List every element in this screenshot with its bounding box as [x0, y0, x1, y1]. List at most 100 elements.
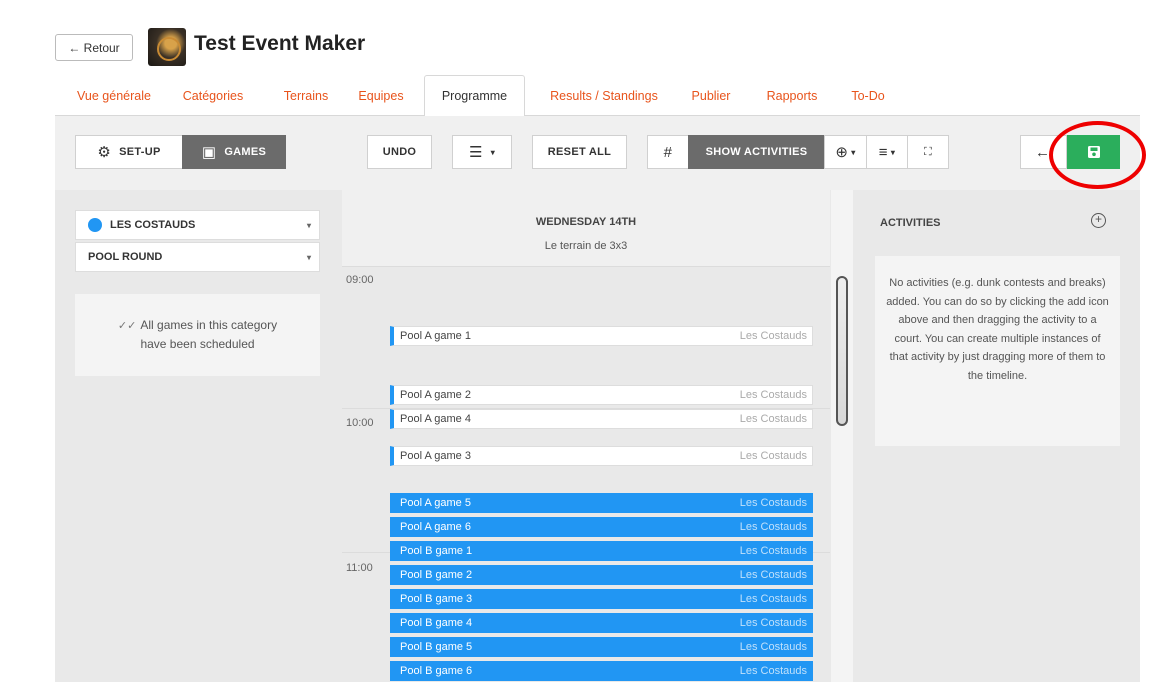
games-label: GAMES	[224, 146, 267, 158]
game-card[interactable]: Pool A game 2 Les Costauds	[390, 385, 813, 405]
game-team: Les Costauds	[739, 665, 807, 677]
gear-icon: ⚙	[97, 144, 112, 161]
game-name: Pool A game 3	[400, 450, 471, 462]
fullscreen-icon: ⛶	[924, 145, 932, 158]
highlight-circle	[1049, 121, 1146, 189]
game-name: Pool B game 5	[400, 641, 473, 653]
tab-label: To-Do	[851, 88, 885, 103]
fullscreen-button[interactable]: ⛶	[907, 135, 949, 169]
game-team: Les Costauds	[739, 593, 807, 605]
activities-empty-text: No activities (e.g. dunk contests and br…	[886, 277, 1109, 382]
show-activities-label: SHOW ACTIVITIES	[705, 146, 808, 158]
round-select-value: POOL ROUND	[88, 251, 163, 263]
hash-icon: #	[663, 143, 673, 161]
tab-rapports[interactable]: Rapports	[758, 75, 826, 116]
tab-programme[interactable]: Programme	[424, 75, 525, 116]
arrow-left-icon: ←	[1035, 143, 1051, 161]
day-header: WEDNESDAY 14TH Le terrain de 3x3	[342, 190, 830, 266]
game-card[interactable]: Pool A game 4 Les Costauds	[390, 409, 813, 429]
time-label: 11:00	[346, 562, 373, 574]
reset-all-button[interactable]: RESET ALL	[532, 135, 627, 169]
tab-publier[interactable]: Publier	[684, 75, 738, 116]
team-select[interactable]: LES COSTAUDS ▾	[75, 210, 320, 240]
tab-categories[interactable]: Catégories	[173, 75, 253, 116]
undo-label: UNDO	[382, 146, 417, 158]
page-title: Test Event Maker	[194, 32, 366, 55]
game-team: Les Costauds	[739, 521, 807, 533]
court-name: Le terrain de 3x3	[544, 240, 628, 252]
tab-label: Programme	[441, 89, 508, 103]
tab-bar: Vue générale Catégories Terrains Equipes…	[55, 75, 1154, 116]
game-team: Les Costauds	[739, 413, 807, 425]
day-title: WEDNESDAY 14TH	[535, 216, 637, 228]
scheduled-text: All games in this category have been sch…	[140, 318, 278, 351]
programme-body: LES COSTAUDS ▾ POOL ROUND ▾ ✓✓ All games …	[55, 190, 1140, 682]
game-name: Pool A game 5	[400, 497, 471, 509]
game-card[interactable]: Pool A game 6 Les Costauds	[390, 517, 813, 537]
game-card[interactable]: Pool A game 3 Les Costauds	[390, 446, 813, 466]
game-card[interactable]: Pool B game 2 Les Costauds	[390, 565, 813, 585]
chevron-down-icon: ▾	[306, 252, 311, 262]
game-card[interactable]: Pool A game 1 Les Costauds	[390, 326, 813, 346]
team-color-dot	[88, 218, 102, 232]
tab-label: Vue générale	[77, 88, 151, 103]
filter-dropdown[interactable]: ≡ ▾	[866, 135, 908, 169]
setup-button[interactable]: ⚙ SET-UP	[75, 135, 183, 169]
programme-toolbar: ⚙ SET-UP ▣ GAMES UNDO ☰ ▾ RESET ALL # SH…	[55, 115, 1140, 190]
tab-label: Terrains	[283, 88, 329, 103]
scrollbar-thumb[interactable]	[836, 276, 848, 426]
add-dropdown[interactable]: ⊕ ▾	[824, 135, 867, 169]
round-select[interactable]: POOL ROUND ▾	[75, 242, 320, 272]
game-team: Les Costauds	[739, 389, 807, 401]
game-team: Les Costauds	[739, 497, 807, 509]
chevron-down-icon: ▾	[890, 147, 896, 157]
game-name: Pool B game 6	[400, 665, 473, 677]
game-card[interactable]: Pool B game 4 Les Costauds	[390, 613, 813, 633]
undo-button[interactable]: UNDO	[367, 135, 432, 169]
event-logo	[148, 28, 186, 66]
game-team: Les Costauds	[739, 617, 807, 629]
activities-panel: ACTIVITIES + No activities (e.g. dunk co…	[853, 190, 1140, 682]
back-button[interactable]: ← Retour	[55, 34, 133, 61]
game-card[interactable]: Pool A game 5 Les Costauds	[390, 493, 813, 513]
tab-label: Rapports	[766, 88, 818, 103]
calendar-icon: ▣	[201, 144, 217, 161]
game-name: Pool A game 2	[400, 389, 471, 401]
game-team: Les Costauds	[739, 330, 807, 342]
game-card[interactable]: Pool B game 3 Les Costauds	[390, 589, 813, 609]
tab-terrains[interactable]: Terrains	[275, 75, 337, 116]
tab-vue-generale[interactable]: Vue générale	[69, 75, 159, 116]
game-name: Pool B game 1	[400, 545, 473, 557]
game-card[interactable]: Pool B game 6 Les Costauds	[390, 661, 813, 681]
game-team: Les Costauds	[739, 569, 807, 581]
game-card[interactable]: Pool B game 5 Les Costauds	[390, 637, 813, 657]
left-panel: LES COSTAUDS ▾ POOL ROUND ▾ ✓✓ All games …	[55, 190, 342, 682]
sort-dropdown[interactable]: ☰ ▾	[452, 135, 512, 169]
add-activity-icon[interactable]: +	[1091, 213, 1106, 228]
activities-empty-note: No activities (e.g. dunk contests and br…	[875, 256, 1120, 446]
tab-equipes[interactable]: Equipes	[350, 75, 412, 116]
add-circle-icon: ⊕	[835, 144, 849, 161]
setup-label: SET-UP	[119, 146, 161, 158]
activities-title: ACTIVITIES	[880, 217, 941, 229]
chevron-down-icon: ▾	[306, 220, 311, 230]
game-name: Pool B game 4	[400, 617, 473, 629]
tab-to-do[interactable]: To-Do	[845, 75, 891, 116]
tab-results-standings[interactable]: Results / Standings	[535, 75, 673, 116]
tab-label: Publier	[691, 88, 731, 103]
time-label: 10:00	[346, 417, 374, 429]
game-name: Pool A game 6	[400, 521, 471, 533]
game-name: Pool A game 1	[400, 330, 471, 342]
game-card[interactable]: Pool B game 1 Les Costauds	[390, 541, 813, 561]
team-select-value: LES COSTAUDS	[110, 219, 196, 231]
filter-icon: ≡	[878, 143, 888, 161]
games-button[interactable]: ▣ GAMES	[182, 135, 286, 169]
show-activities-button[interactable]: SHOW ACTIVITIES	[688, 135, 825, 169]
tab-label: Equipes	[358, 88, 404, 103]
time-label: 09:00	[346, 274, 374, 286]
numbering-toggle[interactable]: #	[647, 135, 689, 169]
timeline-scrollbar[interactable]	[831, 190, 853, 682]
game-team: Les Costauds	[739, 641, 807, 653]
page: ← Retour Test Event Maker Vue générale C…	[0, 0, 1154, 682]
timeline: WEDNESDAY 14TH Le terrain de 3x3 09:00 1…	[342, 190, 830, 682]
